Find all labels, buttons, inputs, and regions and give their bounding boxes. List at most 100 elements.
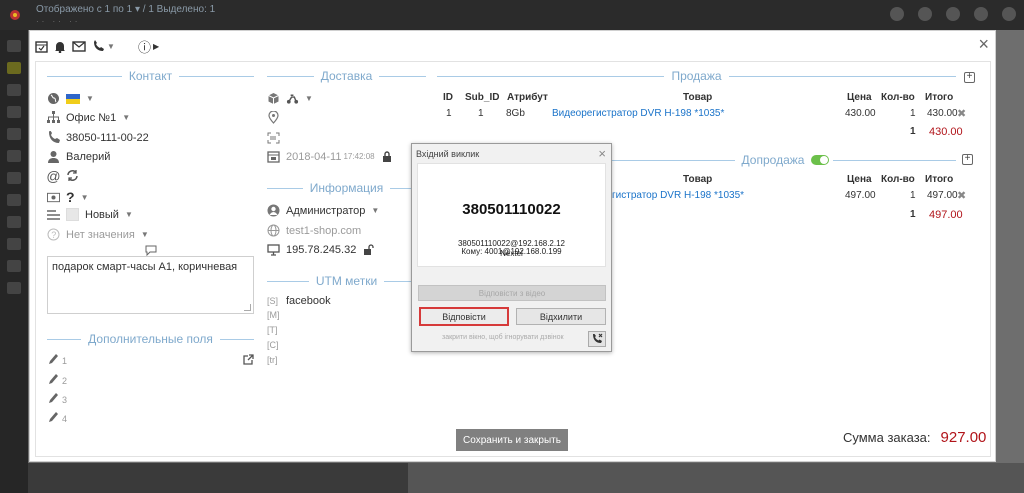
popup-close-button[interactable]: × [598,146,606,161]
extra-field-2[interactable]: 2 [47,372,67,386]
info-icon[interactable]: ⓘ ▶ [138,39,159,55]
sale-row-qty[interactable]: 1 [910,108,916,119]
utm-content-row[interactable]: [tr] [267,355,278,365]
info-site-row: test1-shop.com [267,224,361,237]
comment-textarea[interactable]: подарок смарт-часы А1, коричневая [47,256,254,314]
chevron-down-icon[interactable]: ▼ [86,94,94,103]
add-sale-button[interactable]: + [964,72,975,83]
camera-icon[interactable] [946,7,960,21]
chevron-down-icon[interactable]: ▼ [81,193,89,202]
lock-icon[interactable] [381,150,394,163]
upsale-col-total: Итого [925,174,954,185]
external-link-icon[interactable] [242,353,255,366]
delivery-address-row[interactable] [267,111,280,124]
chevron-down-icon[interactable]: ▼ [305,94,313,103]
contact-phone-row: 38050-111-00-22 [47,131,149,144]
money-icon[interactable] [7,216,21,228]
col-price: Цена [847,92,872,103]
envelope-icon[interactable] [72,39,86,53]
col-id: ID [443,92,453,103]
users-icon[interactable] [7,84,21,96]
ignore-call-button[interactable] [588,331,606,347]
ignore-hint: закрити вікно, щоб ігнорувати дзвінок [442,334,564,341]
extra-field-4[interactable]: 4 [47,410,67,424]
pin-icon[interactable] [7,238,21,250]
sale-row-price[interactable]: 430.00 [845,108,876,119]
resize-grip-icon[interactable] [244,304,251,311]
barcode-scan-icon [267,131,280,144]
cube-icon [267,92,280,105]
contact-source-row[interactable]: ? Нет значения ▼ [47,228,149,241]
section-extra: Дополнительные поля [47,332,255,346]
upsale-sum-total: 497.00 [929,209,963,221]
toggle-icon[interactable] [7,282,21,294]
question-value[interactable]: ? [66,189,75,205]
section-sale: Продажа [437,69,956,83]
section-upsale: Допродажа [612,153,956,167]
utm-source-row[interactable]: [S] facebook [267,295,331,307]
sale-sum-total: 430.00 [929,126,963,138]
upsale-row-price[interactable]: 497.00 [845,190,876,201]
contact-country-row: ▼ [47,92,94,105]
extra-field-3[interactable]: 3 [47,391,67,405]
chart-icon[interactable] [7,194,21,206]
remove-icon[interactable]: ✖ [957,107,966,120]
cube-icon[interactable] [7,128,21,140]
phone-ignore-icon [593,333,603,343]
list-icon [47,208,60,221]
sale-row-sub-id: 1 [478,108,484,119]
name-value[interactable]: Валерий [66,151,110,163]
delivery-barcode-row[interactable] [267,131,280,144]
upsale-toggle[interactable] [811,155,830,165]
ip-value: 195.78.245.32 [286,243,357,256]
col-sub-id: Sub_ID [465,92,500,103]
info-manager-row[interactable]: Администратор ▼ [267,204,379,217]
unlock-icon[interactable] [362,243,375,256]
upsale-row-qty[interactable]: 1 [910,190,916,201]
utm-campaign-row[interactable]: [C] [267,340,279,350]
modal-close-button[interactable]: × [978,34,989,55]
avatar[interactable] [974,7,988,21]
calendar-icon[interactable] [35,39,48,53]
extra-field-1[interactable]: 1 [47,352,67,366]
sale-row-attr: 8Gb [506,108,525,119]
col-attr: Атрибут [507,92,548,103]
add-upsale-button[interactable]: + [962,154,973,165]
phone-dropdown-icon[interactable]: ▼ [92,39,115,53]
save-and-close-button[interactable]: Сохранить и закрыть [456,429,568,451]
card-icon[interactable] [7,172,21,184]
question-circle-icon: ? [47,228,60,241]
answer-button[interactable]: Відповісти [419,307,509,326]
utm-medium-row[interactable]: [M] [267,310,280,320]
ukraine-flag-icon[interactable] [66,93,80,104]
boxes-icon[interactable] [7,106,21,118]
courier-icon[interactable] [286,92,299,105]
power-icon[interactable] [1002,7,1016,21]
sync-icon[interactable] [66,169,79,182]
reject-button[interactable]: Відхилити [516,308,606,325]
upsale-row-product-link[interactable]: гистратор DVR H-198 *1035* [612,190,744,201]
refresh-icon[interactable] [890,7,904,21]
chat-icon[interactable] [7,150,21,162]
sale-row-total: 430.00 [927,108,958,119]
col-product: Товар [683,92,713,103]
gear-icon[interactable] [918,7,932,21]
modal-header: ▼ ⓘ ▶ × [30,31,995,61]
utm-term-row[interactable]: [T] [267,325,278,335]
delivery-date-row[interactable]: 2018-04-11 17:42:08 [267,150,394,163]
svg-text:?: ? [51,230,56,240]
monitor-icon[interactable] [7,40,21,52]
sale-row-product-link[interactable]: Видеорегистратор DVR H-198 *1035* [552,108,724,119]
orders-icon[interactable] [7,62,21,74]
answer-video-button[interactable]: Відповісти з відео [418,285,606,301]
topbar-actions [890,7,1016,21]
support-icon[interactable] [7,260,21,272]
user-circle-icon [267,204,280,217]
chevron-down-icon: ▼ [140,230,149,239]
bell-icon[interactable] [54,39,66,53]
phone-value[interactable]: 38050-111-00-22 [66,132,149,144]
utm-source-value: facebook [286,295,331,307]
remove-icon[interactable]: ✖ [957,189,966,202]
contact-office-row[interactable]: Офис №1 ▼ [47,111,130,124]
contact-status-row[interactable]: Новый ▼ [47,208,133,221]
